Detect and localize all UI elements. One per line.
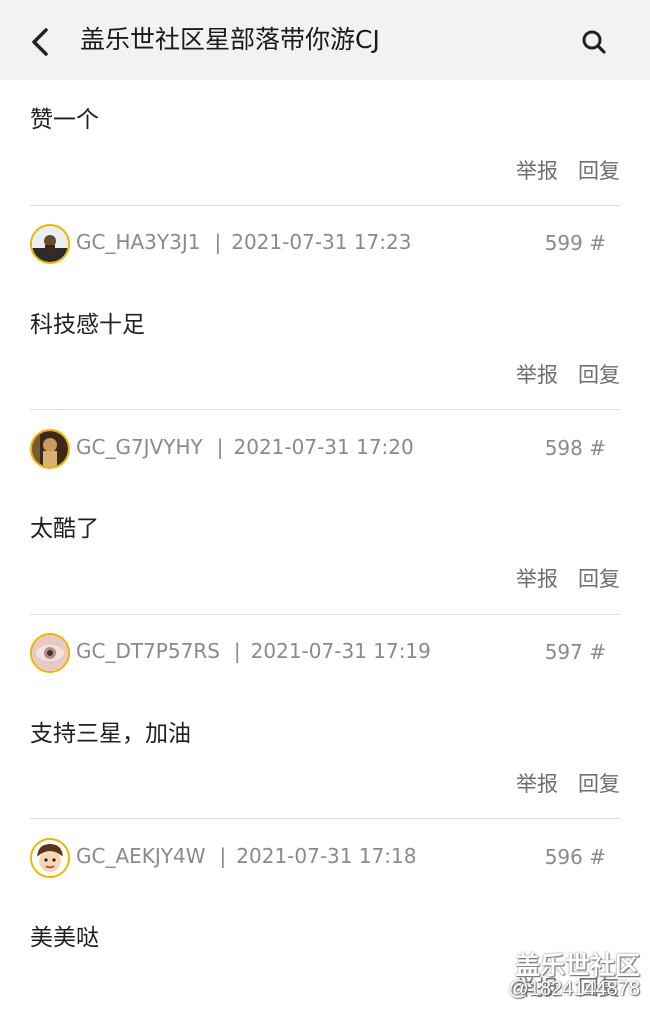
comment-actions: 举报 回复 <box>496 768 620 798</box>
comment-actions: 举报 回复 <box>496 155 620 185</box>
reply-button[interactable]: 回复 <box>578 768 620 798</box>
search-button[interactable] <box>574 22 614 62</box>
user-info: GC_HA3Y3J1 | 2021-07-31 17:23 <box>76 230 411 254</box>
floor-number: 596 # <box>544 845 606 869</box>
avatar[interactable] <box>30 838 70 878</box>
avatar-image <box>32 226 68 262</box>
comment-actions: 举报 回复 <box>496 972 620 1002</box>
page-title: 盖乐世社区星部落带你游CJ <box>80 25 380 54</box>
meta-separator: | <box>233 639 241 663</box>
meta-separator: | <box>214 230 222 254</box>
avatar-image <box>32 635 68 671</box>
avatar[interactable] <box>30 224 70 264</box>
back-button[interactable] <box>22 22 62 62</box>
floor-number: 597 # <box>544 640 606 664</box>
username[interactable]: GC_DT7P57RS <box>76 639 220 663</box>
comment-text: 美美哒 <box>30 925 99 951</box>
avatar[interactable] <box>30 429 70 469</box>
avatar-image <box>32 840 68 876</box>
reply-button[interactable]: 回复 <box>578 359 620 389</box>
user-info: GC_G7JVYHY | 2021-07-31 17:20 <box>76 435 414 459</box>
comment-meta: GC_AEKJY4W | 2021-07-31 17:18 <box>30 838 620 878</box>
meta-separator: | <box>219 844 227 868</box>
avatar-image <box>32 431 68 467</box>
comment-text: 科技感十足 <box>30 312 145 338</box>
report-button[interactable]: 举报 <box>516 563 558 593</box>
floor-number: 599 # <box>544 231 606 255</box>
timestamp: 2021-07-31 17:20 <box>233 435 414 459</box>
username[interactable]: GC_AEKJY4W <box>76 844 206 868</box>
reply-button[interactable]: 回复 <box>578 563 620 593</box>
report-button[interactable]: 举报 <box>516 155 558 185</box>
username[interactable]: GC_HA3Y3J1 <box>76 230 200 254</box>
report-button[interactable]: 举报 <box>516 972 558 1002</box>
search-icon <box>582 30 606 54</box>
user-info: GC_AEKJY4W | 2021-07-31 17:18 <box>76 844 417 868</box>
timestamp: 2021-07-31 17:18 <box>236 844 417 868</box>
divider <box>30 409 620 410</box>
comment-text: 太酷了 <box>30 516 99 542</box>
comment-text: 支持三星，加油 <box>30 721 191 747</box>
reply-button[interactable]: 回复 <box>578 972 620 1002</box>
floor-number: 598 # <box>544 436 606 460</box>
avatar[interactable] <box>30 633 70 673</box>
divider <box>30 818 620 819</box>
timestamp: 2021-07-31 17:19 <box>250 639 431 663</box>
user-info: GC_DT7P57RS | 2021-07-31 17:19 <box>76 639 431 663</box>
meta-separator: | <box>216 435 224 459</box>
comment-meta: GC_DT7P57RS | 2021-07-31 17:19 <box>30 633 620 673</box>
username[interactable]: GC_G7JVYHY <box>76 435 203 459</box>
back-arrow-icon <box>32 28 48 56</box>
top-app-bar: 盖乐世社区星部落带你游CJ <box>0 0 650 80</box>
comment-actions: 举报 回复 <box>496 359 620 389</box>
divider <box>30 614 620 615</box>
report-button[interactable]: 举报 <box>516 768 558 798</box>
comment-meta: GC_G7JVYHY | 2021-07-31 17:20 <box>30 429 620 469</box>
report-button[interactable]: 举报 <box>516 359 558 389</box>
reply-button[interactable]: 回复 <box>578 155 620 185</box>
comment-actions: 举报 回复 <box>496 563 620 593</box>
comment-text: 赞一个 <box>30 107 99 133</box>
comment-meta: GC_HA3Y3J1 | 2021-07-31 17:23 <box>30 224 620 264</box>
timestamp: 2021-07-31 17:23 <box>231 230 412 254</box>
divider <box>30 205 620 206</box>
